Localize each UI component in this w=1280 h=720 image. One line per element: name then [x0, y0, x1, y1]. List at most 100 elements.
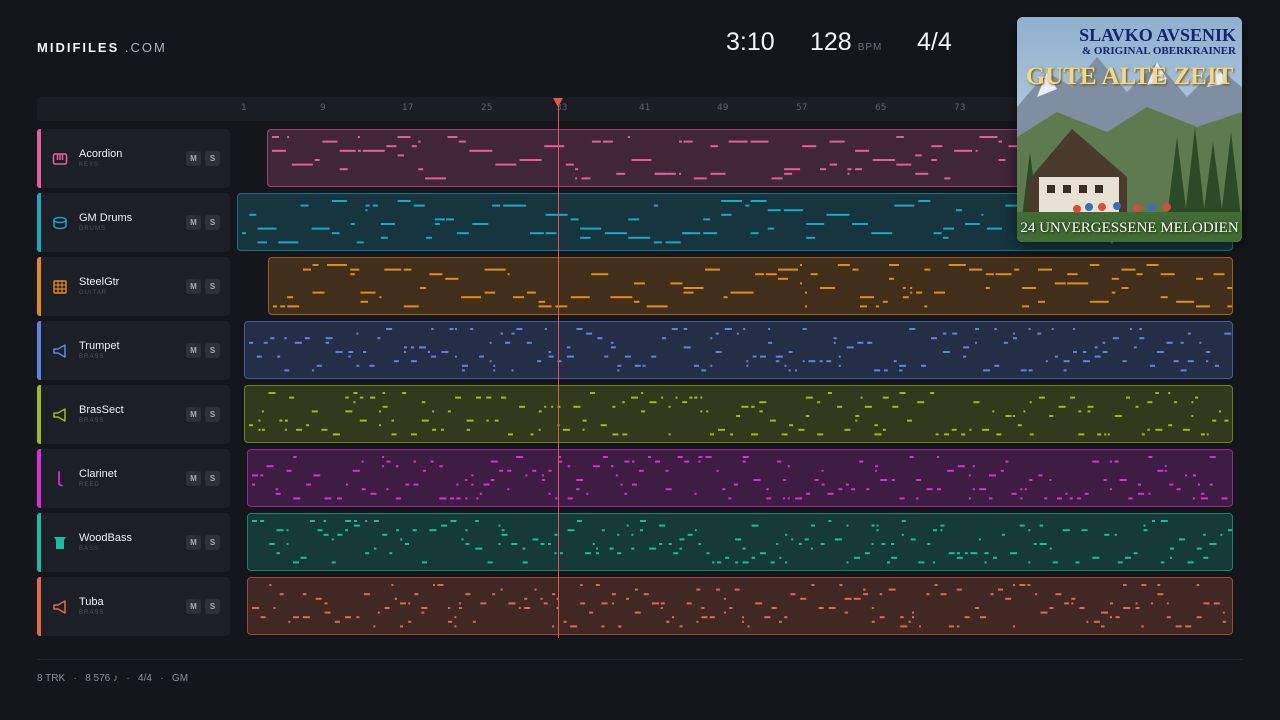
track-header[interactable]: SteelGtr GUITAR M S: [37, 257, 230, 316]
solo-button[interactable]: S: [205, 407, 220, 422]
midi-clip[interactable]: [268, 257, 1233, 315]
note-pattern: [273, 264, 1232, 308]
track-category: BASS: [79, 546, 100, 552]
footer-time-signature: 4/4: [138, 673, 152, 684]
ruler-tick: 73: [954, 103, 966, 113]
track-category: REED: [79, 482, 100, 488]
solo-button[interactable]: S: [205, 535, 220, 550]
solo-button[interactable]: S: [205, 151, 220, 166]
brand-logo[interactable]: MIDIFILES .COM: [37, 40, 167, 55]
note-pattern: [252, 456, 1228, 500]
track-header[interactable]: Trumpet BRASS M S: [37, 321, 230, 380]
track-name: SteelGtr: [79, 276, 120, 288]
ruler-tick: 17: [402, 103, 414, 113]
footer-sep: ·: [73, 673, 77, 684]
time-signature-display: 4/4: [917, 28, 952, 56]
note-pattern: [249, 392, 1229, 436]
horn-icon: [52, 599, 68, 615]
track-header[interactable]: GM Drums DRUMS M S: [37, 193, 230, 252]
note-pattern: [249, 328, 1232, 372]
ruler-tick: 49: [717, 103, 729, 113]
track-color-bar: [37, 513, 41, 572]
album-artist-line2: & ORIGINAL OBERKRAINER: [1081, 45, 1236, 57]
album-title: GUTE ALTE ZEIT: [1025, 63, 1234, 90]
tempo-display: 128 BPM: [810, 28, 882, 57]
track-name: Clarinet: [79, 468, 117, 480]
time-display: 3:10: [726, 28, 775, 56]
track-category: BRASS: [79, 418, 105, 424]
ruler-tick: 57: [796, 103, 808, 113]
guitar-icon: [52, 279, 68, 295]
track-category: KEYS: [79, 162, 100, 168]
track-category: BRASS: [79, 354, 105, 360]
track-header[interactable]: Clarinet REED M S: [37, 449, 230, 508]
track-category: GUITAR: [79, 290, 108, 296]
playhead[interactable]: [558, 100, 559, 638]
track-name: GM Drums: [79, 212, 133, 224]
mute-button[interactable]: M: [186, 279, 201, 294]
solo-button[interactable]: S: [205, 471, 220, 486]
note-pattern: [252, 520, 1232, 564]
brand-suffix: .COM: [124, 40, 167, 55]
solo-button[interactable]: S: [205, 343, 220, 358]
ruler-tick: 65: [875, 103, 887, 113]
album-cover: SLAVKO AVSENIK & ORIGINAL OBERKRAINER GU…: [1017, 17, 1242, 242]
clarinet-icon: [52, 471, 68, 487]
note-pattern: [252, 584, 1226, 628]
drum-icon: [52, 215, 68, 231]
track-color-bar: [37, 449, 41, 508]
mute-button[interactable]: M: [186, 407, 201, 422]
mute-button[interactable]: M: [186, 599, 201, 614]
midi-clip[interactable]: [244, 385, 1233, 443]
footer-track-count: 8 TRK: [37, 673, 66, 684]
footer-sep: ·: [126, 673, 130, 684]
bass-icon: [52, 535, 68, 551]
brand-name: MIDIFILES: [37, 40, 120, 55]
footer-note-count: 8 576 ♪: [85, 673, 119, 684]
track-name: Acordion: [79, 148, 123, 160]
track-category: BRASS: [79, 610, 105, 616]
footer-sep: ·: [160, 673, 164, 684]
midi-clip[interactable]: [247, 577, 1233, 635]
track-name: BrasSect: [79, 404, 124, 416]
mute-button[interactable]: M: [186, 471, 201, 486]
ruler-tick: 9: [320, 103, 326, 113]
track-color-bar: [37, 321, 41, 380]
solo-button[interactable]: S: [205, 279, 220, 294]
track-color-bar: [37, 257, 41, 316]
midi-clip[interactable]: [247, 449, 1233, 507]
mute-button[interactable]: M: [186, 343, 201, 358]
midi-clip[interactable]: [244, 321, 1233, 379]
solo-button[interactable]: S: [205, 599, 220, 614]
ruler-tick: 1: [241, 103, 247, 113]
track-color-bar: [37, 129, 41, 188]
track-name: Tuba: [79, 596, 104, 608]
solo-button[interactable]: S: [205, 215, 220, 230]
track-name: WoodBass: [79, 532, 132, 544]
track-category: DRUMS: [79, 226, 106, 232]
track-header[interactable]: Acordion KEYS M S: [37, 129, 230, 188]
album-artist: SLAVKO AVSENIK: [1079, 25, 1236, 45]
piano-icon: [52, 151, 68, 167]
status-footer: 8 TRK · 8 576 ♪ · 4/4 · GM: [37, 673, 188, 684]
tempo-value: 128: [810, 28, 852, 56]
track-color-bar: [37, 385, 41, 444]
track-header[interactable]: WoodBass BASS M S: [37, 513, 230, 572]
mute-button[interactable]: M: [186, 215, 201, 230]
track-name: Trumpet: [79, 340, 120, 352]
horn-icon: [52, 343, 68, 359]
track-header[interactable]: BrasSect BRASS M S: [37, 385, 230, 444]
mute-button[interactable]: M: [186, 151, 201, 166]
track-header[interactable]: Tuba BRASS M S: [37, 577, 230, 636]
mute-button[interactable]: M: [186, 535, 201, 550]
midi-clip[interactable]: [247, 513, 1233, 571]
ruler-tick: 41: [639, 103, 651, 113]
album-subtitle: 24 UNVERGESSENE MELODIEN: [1020, 220, 1239, 236]
track-color-bar: [37, 193, 41, 252]
playhead-handle[interactable]: [553, 98, 563, 107]
tempo-unit: BPM: [857, 42, 883, 53]
footer-divider: [37, 659, 1243, 660]
footer-midi-standard: GM: [171, 673, 189, 684]
horn-icon: [52, 407, 68, 423]
ruler-tick: 25: [481, 103, 493, 113]
